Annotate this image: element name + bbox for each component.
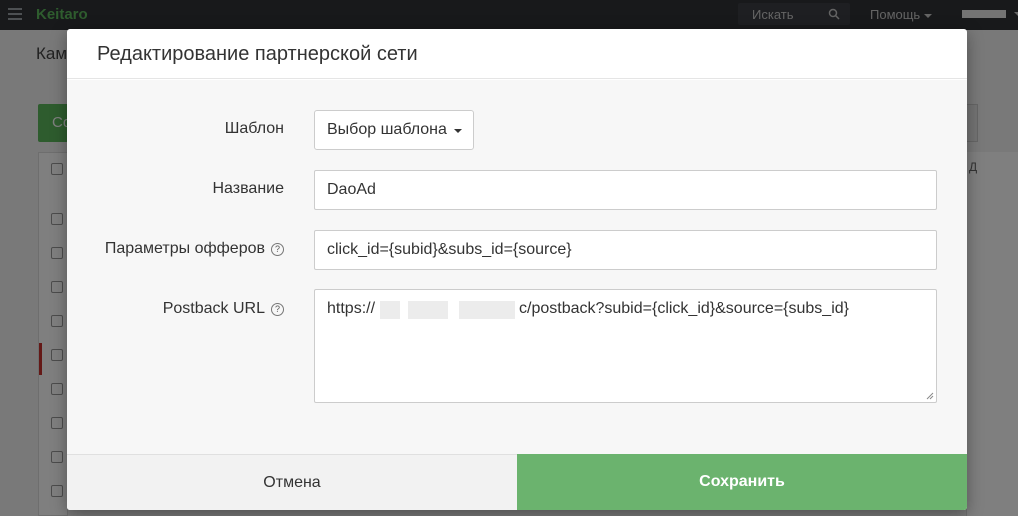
modal-title: Редактирование партнерской сети (97, 43, 418, 65)
postback-url-prefix: https:// (327, 300, 376, 317)
save-button[interactable]: Сохранить (517, 454, 967, 510)
postback-url-label: Postback URL ? (163, 300, 284, 318)
template-label-text: Шаблон (224, 120, 284, 137)
help-circle-icon[interactable]: ? (271, 302, 284, 316)
offer-params-label-text: Параметры офферов (104, 240, 265, 257)
offer-params-label: Параметры офферов ? (105, 240, 284, 258)
postback-url-value: https:// c/postback?subid={click_id}&sou… (327, 300, 924, 320)
help-circle-icon[interactable]: ? (271, 242, 284, 256)
redacted-domain (408, 301, 448, 319)
name-input[interactable] (314, 170, 937, 210)
postback-url-textarea[interactable]: https:// c/postback?subid={click_id}&sou… (314, 289, 937, 403)
template-select-button[interactable]: Выбор шаблона (314, 110, 474, 150)
redacted-domain (459, 301, 515, 319)
redacted-domain (380, 301, 400, 319)
postback-url-label-text: Postback URL (162, 300, 265, 317)
offer-params-input[interactable] (314, 230, 937, 270)
template-label: Шаблон (225, 120, 284, 138)
postback-url-suffix: c/postback?subid={click_id}&source={subs… (519, 300, 849, 317)
modal-body: Шаблон Выбор шаблона Название Параметры … (67, 80, 967, 454)
modal-footer: Отмена Сохранить (67, 454, 967, 510)
resize-grip-icon[interactable] (926, 392, 934, 400)
name-label-text: Название (212, 180, 285, 197)
edit-affiliate-network-modal: Редактирование партнерской сети Шаблон В… (67, 29, 967, 510)
cancel-button[interactable]: Отмена (67, 454, 517, 510)
name-label: Название (213, 180, 285, 198)
chevron-down-icon (454, 129, 462, 133)
modal-header: Редактирование партнерской сети (67, 29, 967, 79)
template-select-label: Выбор шаблона (327, 121, 447, 138)
